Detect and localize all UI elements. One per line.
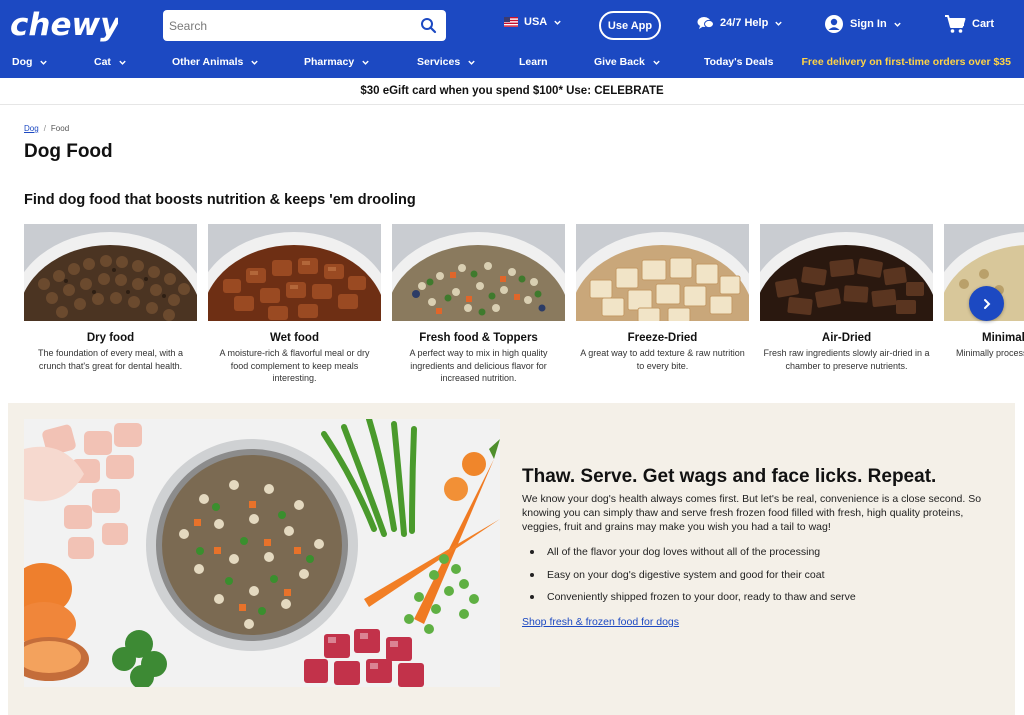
nav-item-label: Give Back bbox=[594, 56, 645, 68]
feature-bullet: Easy on your dog's digestive system and … bbox=[530, 569, 825, 581]
nav-item-todays-deals[interactable]: Today's Deals bbox=[704, 56, 773, 68]
nav-item-label: Cat bbox=[94, 56, 111, 68]
card-title: Minimally processed bbox=[982, 332, 1024, 344]
air-dried-image bbox=[760, 224, 933, 321]
chevron-down-icon bbox=[554, 20, 561, 25]
card-title: Wet food bbox=[270, 332, 319, 344]
feature-bullet: Conveniently shipped frozen to your door… bbox=[530, 591, 856, 603]
card-description: A perfect way to mix in high quality ing… bbox=[409, 348, 548, 383]
page-title: Dog Food bbox=[24, 141, 113, 162]
card-title: Fresh food & Toppers bbox=[419, 332, 538, 344]
feature-title: Thaw. Serve. Get wags and face licks. Re… bbox=[522, 466, 937, 487]
bullet-dot bbox=[530, 550, 534, 554]
search-bar bbox=[163, 10, 446, 41]
section-title: Find dog food that boosts nutrition & ke… bbox=[24, 192, 416, 208]
search-icon[interactable] bbox=[420, 17, 437, 34]
chevron-down-icon bbox=[119, 60, 126, 65]
bullet-dot bbox=[530, 573, 534, 577]
card-description: A great way to add texture & raw nutriti… bbox=[580, 348, 745, 371]
promo-banner[interactable]: $30 eGift card when you spend $100* Use:… bbox=[0, 78, 1024, 105]
chevron-down-icon bbox=[251, 60, 259, 65]
card-description: Fresh raw ingredients slowly air-dried i… bbox=[763, 348, 930, 371]
nav-item-label: Other Animals bbox=[172, 56, 244, 68]
fresh-food-image bbox=[392, 224, 565, 321]
chevron-right-icon bbox=[983, 298, 990, 309]
fresh-food-feature: Thaw. Serve. Get wags and face licks. Re… bbox=[8, 403, 1015, 715]
user-account-icon bbox=[825, 15, 843, 33]
nav-item-services[interactable]: Services bbox=[417, 56, 476, 68]
nav-item-label: Pharmacy bbox=[304, 56, 355, 68]
chevron-down-icon bbox=[653, 60, 660, 65]
free-delivery-link[interactable]: Free delivery on first-time orders over … bbox=[801, 56, 1011, 68]
nav-item-label: Learn bbox=[519, 56, 548, 68]
nav-item-dog[interactable]: Dog bbox=[12, 56, 48, 68]
nav-item-label: Today's Deals bbox=[704, 56, 774, 68]
us-flag-icon bbox=[504, 17, 518, 27]
breadcrumb-separator: / bbox=[43, 124, 46, 133]
chevron-down-icon bbox=[40, 60, 48, 65]
country-selector[interactable]: USA bbox=[504, 16, 562, 28]
breadcrumb: Dog / Food bbox=[24, 124, 69, 133]
card-description: Minimally processed nutrients. bbox=[956, 348, 1024, 358]
category-card-dry-food[interactable]: Dry food The foundation of every meal, w… bbox=[24, 224, 197, 372]
wet-food-image bbox=[208, 224, 381, 321]
help-menu[interactable]: 24/7 Help bbox=[697, 16, 783, 30]
bullet-dot bbox=[530, 595, 534, 599]
shop-fresh-frozen-link[interactable]: Shop fresh & frozen food for dogs bbox=[522, 616, 679, 628]
site-header: chewy USA Use App 24/7 Help bbox=[0, 0, 1024, 78]
chevron-down-icon bbox=[362, 60, 369, 65]
sign-in-menu[interactable]: Sign In bbox=[824, 14, 902, 34]
breadcrumb-link-dog[interactable]: Dog bbox=[24, 124, 39, 133]
chevron-down-icon bbox=[775, 21, 783, 26]
svg-text:chewy: chewy bbox=[10, 7, 118, 43]
bullet-text: Easy on your dog's digestive system and … bbox=[547, 569, 825, 581]
category-card-air-dried[interactable]: Air-Dried Fresh raw ingredients slowly a… bbox=[760, 224, 933, 372]
feature-bullet: All of the flavor your dog loves without… bbox=[530, 546, 820, 558]
country-label: USA bbox=[524, 16, 548, 28]
search-input[interactable] bbox=[163, 10, 413, 41]
bullet-text: All of the flavor your dog loves without… bbox=[547, 546, 821, 558]
nav-item-learn[interactable]: Learn bbox=[519, 56, 548, 68]
card-description: A moisture-rich & flavorful meal or dry … bbox=[219, 348, 370, 383]
nav-item-label: Dog bbox=[12, 56, 33, 68]
cart-icon bbox=[945, 15, 966, 33]
cart-label: Cart bbox=[972, 18, 995, 30]
bullet-text: Conveniently shipped frozen to your door… bbox=[547, 591, 856, 603]
carousel-next-button[interactable] bbox=[969, 286, 1004, 321]
category-card-wet-food[interactable]: Wet food A moisture-rich & flavorful mea… bbox=[208, 224, 381, 385]
card-title: Freeze-Dried bbox=[627, 332, 698, 344]
feature-body: We know your dog's health always comes f… bbox=[522, 493, 982, 533]
chevron-down-icon bbox=[468, 60, 475, 65]
chevron-down-icon bbox=[893, 22, 901, 27]
main-nav: Dog Cat Other Animals Pharmacy Services … bbox=[0, 51, 1024, 75]
help-label: 24/7 Help bbox=[720, 17, 769, 29]
freeze-dried-image bbox=[576, 224, 749, 321]
card-description: The foundation of every meal, with a cru… bbox=[37, 348, 184, 371]
nav-item-pharmacy[interactable]: Pharmacy bbox=[304, 56, 370, 68]
category-card-freeze-dried[interactable]: Freeze-Dried A great way to add texture … bbox=[576, 224, 749, 372]
dry-food-image bbox=[24, 224, 197, 321]
chat-bubbles-icon bbox=[697, 17, 714, 29]
cart-button[interactable]: Cart bbox=[944, 14, 994, 34]
nav-item-give-back[interactable]: Give Back bbox=[594, 56, 661, 68]
use-app-button[interactable]: Use App bbox=[599, 11, 661, 40]
nav-item-other-animals[interactable]: Other Animals bbox=[172, 56, 259, 68]
breadcrumb-current: Food bbox=[50, 124, 70, 133]
chewy-logo[interactable]: chewy bbox=[8, 4, 118, 44]
fresh-food-hero-image bbox=[24, 419, 500, 687]
nav-item-label: Services bbox=[417, 56, 461, 68]
card-title: Dry food bbox=[86, 332, 135, 344]
card-title: Air-Dried bbox=[821, 332, 872, 344]
sign-in-label: Sign In bbox=[850, 18, 887, 30]
category-card-fresh-food-toppers[interactable]: Fresh food & Toppers A perfect way to mi… bbox=[392, 224, 565, 385]
nav-item-cat[interactable]: Cat bbox=[94, 56, 127, 68]
